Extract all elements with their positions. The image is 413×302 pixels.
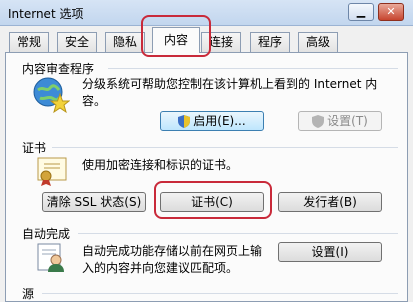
feeds-divider <box>42 293 398 294</box>
certificates-title: 证书 <box>22 141 47 155</box>
autocomplete-settings-button[interactable]: 设置(I) <box>278 242 382 262</box>
content-advisor-description: 分级系统可帮助您控制在该计算机上看到的 Internet 内容。 <box>82 77 378 108</box>
tab-privacy[interactable]: 隐私 <box>105 32 145 52</box>
content-advisor-divider <box>108 68 398 69</box>
shield-icon <box>178 115 191 128</box>
feeds-title: 源 <box>22 287 35 301</box>
certificates-description: 使用加密连接和标识的证书。 <box>82 158 239 172</box>
publishers-button[interactable]: 发行者(B) <box>278 192 382 212</box>
advisor-settings-button[interactable]: 设置(T) <box>298 111 382 131</box>
minimize-icon: ▁ <box>356 5 366 18</box>
autocomplete-description: 自动完成功能存储以前在网页上输入的内容并向您建议匹配项。 <box>82 244 263 275</box>
certificates-divider <box>52 147 398 148</box>
minimize-button[interactable]: ▁ <box>348 3 374 21</box>
window-title: Internet 选项 <box>8 7 84 21</box>
tab-advanced[interactable]: 高级 <box>298 32 338 52</box>
clear-ssl-button[interactable]: 清除 SSL 状态(S) <box>42 192 146 212</box>
content-advisor-title: 内容审查程序 <box>22 62 95 76</box>
globe-star-icon <box>33 77 70 114</box>
enable-button[interactable]: 启用(E)... <box>160 111 264 131</box>
certificate-icon <box>37 157 67 186</box>
enable-button-label: 启用(E)... <box>193 114 246 128</box>
tab-content[interactable]: 内容 <box>152 27 200 53</box>
autocomplete-icon <box>37 243 64 272</box>
autocomplete-title: 自动完成 <box>22 227 71 241</box>
close-button[interactable]: ✕ <box>378 3 404 21</box>
tab-general[interactable]: 常规 <box>9 32 49 52</box>
shield-icon <box>312 115 325 128</box>
close-icon: ✕ <box>386 5 396 18</box>
tab-connections[interactable]: 连接 <box>201 32 241 52</box>
autocomplete-divider <box>78 233 398 234</box>
certificates-button[interactable]: 证书(C) <box>160 192 264 212</box>
tab-programs[interactable]: 程序 <box>250 32 290 52</box>
advisor-settings-label: 设置(T) <box>327 114 368 128</box>
tab-security[interactable]: 安全 <box>57 32 97 52</box>
